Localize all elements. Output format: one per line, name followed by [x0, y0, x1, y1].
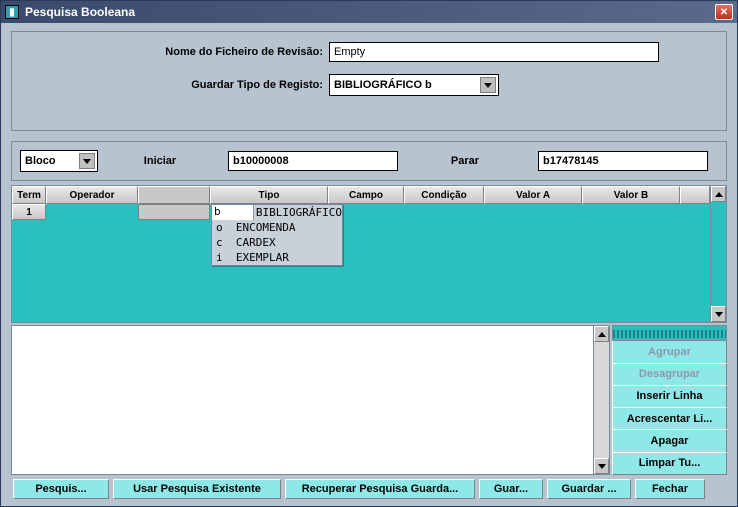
agrupar-button[interactable]: Agrupar [612, 340, 727, 363]
result-textarea[interactable] [11, 325, 594, 475]
top-panel: Nome do Ficheiro de Revisão: Guardar Tip… [11, 31, 727, 131]
app-icon: ▮ [5, 5, 19, 19]
type-dropdown[interactable]: b BIBLIOGRÁFICO o ENCOMENDA c CARDEX i E… [211, 204, 343, 266]
acrescentar-linha-button[interactable]: Acrescentar Li... [612, 407, 727, 430]
grid-header: Term Operador Tipo Campo Condição Valor … [12, 186, 710, 204]
bottom-bar: Pesquis... Usar Pesquisa Existente Recup… [11, 479, 727, 499]
stop-label: Parar [398, 155, 538, 167]
col-term[interactable]: Term [12, 186, 46, 204]
criteria-grid: Term Operador Tipo Campo Condição Valor … [11, 185, 727, 323]
scroll-down-icon[interactable] [594, 458, 609, 474]
start-label: Iniciar [98, 155, 228, 167]
stop-input[interactable] [538, 151, 708, 171]
col-tipo[interactable]: Tipo [210, 186, 328, 204]
type-input[interactable]: b [212, 205, 254, 220]
cell-valor-a[interactable] [484, 204, 582, 220]
range-mode-select[interactable]: Bloco [20, 150, 98, 172]
range-mode-value: Bloco [25, 155, 56, 167]
inserir-linha-button[interactable]: Inserir Linha [612, 385, 727, 408]
record-type-label: Guardar Tipo de Registo: [79, 79, 329, 91]
usar-pesquisa-button[interactable]: Usar Pesquisa Existente [113, 479, 281, 499]
col-valor-a[interactable]: Valor A [484, 186, 582, 204]
scrollbar[interactable] [594, 325, 610, 475]
type-option[interactable]: o ENCOMENDA [212, 220, 342, 235]
table-row[interactable]: 1 [12, 204, 710, 220]
record-type-select[interactable]: BIBLIOGRÁFICO b [329, 74, 499, 96]
cell-operador[interactable] [46, 204, 138, 220]
record-type-value: BIBLIOGRÁFICO b [334, 79, 432, 91]
scrollbar[interactable] [711, 185, 727, 323]
scroll-up-icon[interactable] [711, 186, 726, 202]
pesquisar-button[interactable]: Pesquis... [13, 479, 109, 499]
window-title: Pesquisa Booleana [25, 5, 715, 19]
row-number: 1 [12, 204, 46, 220]
type-option[interactable]: i EXEMPLAR [212, 250, 342, 265]
revision-file-input[interactable] [329, 42, 659, 62]
fechar-button[interactable]: Fechar [635, 479, 705, 499]
side-panel: Agrupar Desagrupar Inserir Linha Acresce… [612, 325, 727, 475]
titlebar: ▮ Pesquisa Booleana ✕ [1, 1, 737, 23]
cell-condicao[interactable] [404, 204, 484, 220]
cell-rest [680, 204, 710, 220]
recuperar-pesquisa-button[interactable]: Recuperar Pesquisa Guarda... [285, 479, 475, 499]
start-input[interactable] [228, 151, 398, 171]
result-pane [11, 325, 610, 475]
col-rest [680, 186, 710, 204]
type-option[interactable]: c CARDEX [212, 235, 342, 250]
grab-handle[interactable] [612, 325, 727, 341]
content: Nome do Ficheiro de Revisão: Guardar Tip… [1, 23, 737, 505]
file-label: Nome do Ficheiro de Revisão: [79, 46, 329, 58]
chevron-down-icon [480, 77, 496, 93]
limpar-tudo-button[interactable]: Limpar Tu... [612, 452, 727, 475]
type-input-line: b BIBLIOGRÁFICO [212, 205, 342, 220]
close-icon[interactable]: ✕ [715, 4, 733, 20]
scroll-track[interactable] [594, 342, 609, 458]
grid-main: Term Operador Tipo Campo Condição Valor … [11, 185, 711, 323]
scroll-track[interactable] [711, 202, 726, 306]
cell-gap [138, 204, 210, 220]
cell-valor-b[interactable] [582, 204, 680, 220]
scroll-up-icon[interactable] [594, 326, 609, 342]
type-display: BIBLIOGRÁFICO [254, 206, 342, 219]
apagar-button[interactable]: Apagar [612, 429, 727, 452]
col-valor-b[interactable]: Valor B [582, 186, 680, 204]
lower-panel: Agrupar Desagrupar Inserir Linha Acresce… [11, 325, 727, 475]
col-campo[interactable]: Campo [328, 186, 404, 204]
guar-button[interactable]: Guar... [479, 479, 543, 499]
window: ▮ Pesquisa Booleana ✕ Nome do Ficheiro d… [0, 0, 738, 507]
col-gap [138, 186, 210, 204]
desagrupar-button[interactable]: Desagrupar [612, 363, 727, 386]
scroll-down-icon[interactable] [711, 306, 726, 322]
col-condicao[interactable]: Condição [404, 186, 484, 204]
col-operador[interactable]: Operador [46, 186, 138, 204]
range-panel: Bloco Iniciar Parar [11, 141, 727, 181]
chevron-down-icon [79, 153, 95, 169]
guardar-button[interactable]: Guardar ... [547, 479, 631, 499]
